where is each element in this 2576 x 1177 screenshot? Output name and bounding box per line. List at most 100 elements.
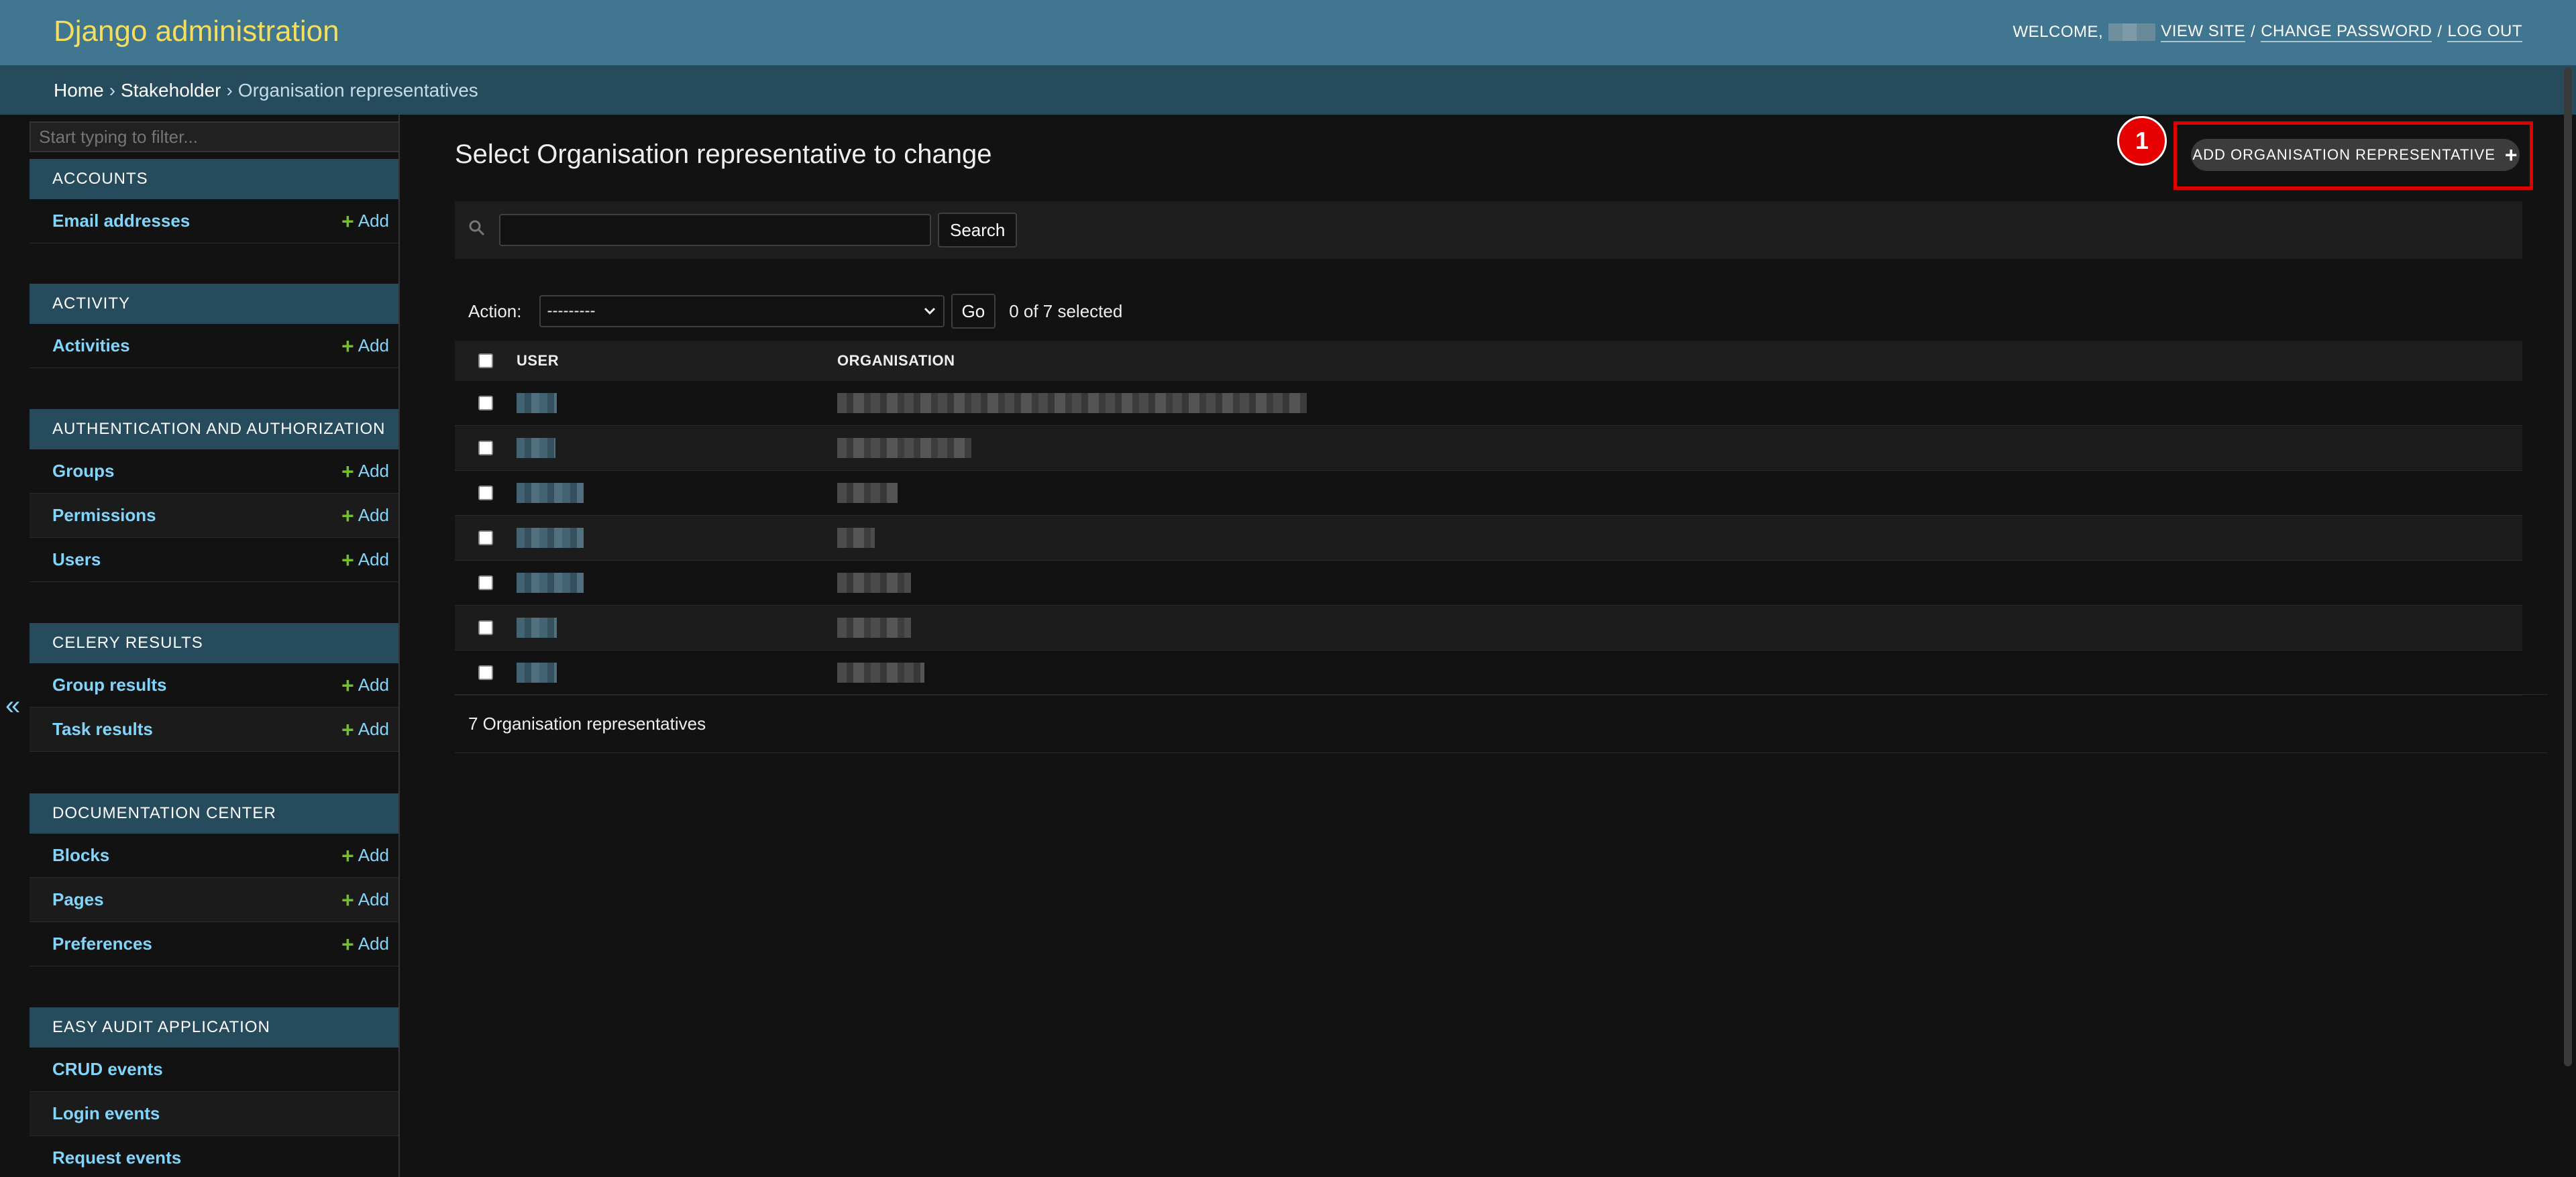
plus-icon: + <box>341 673 354 697</box>
column-header-organisation[interactable]: ORGANISATION <box>837 352 2522 370</box>
organisation-redacted <box>837 393 1307 413</box>
search-input[interactable] <box>499 214 931 246</box>
user-link-redacted[interactable] <box>517 528 584 548</box>
organisation-redacted <box>837 618 911 638</box>
add-label: Add <box>358 505 389 525</box>
go-button[interactable]: Go <box>951 294 996 329</box>
app-module: DOCUMENTATION CENTER Blocks + Add Pages + Add P… <box>30 793 398 966</box>
table-row <box>455 606 2522 651</box>
plus-icon: + <box>341 209 354 233</box>
add-label: Add <box>358 211 389 231</box>
add-label: Add <box>358 934 389 954</box>
sidebar-add-link[interactable]: + Add <box>341 675 389 696</box>
plus-icon: + <box>341 333 354 358</box>
app-caption[interactable]: ACTIVITY <box>30 284 398 324</box>
sidebar-model-link[interactable]: Login events <box>52 1103 160 1124</box>
add-label: Add <box>358 461 389 481</box>
action-select[interactable]: --------- <box>539 295 945 327</box>
app-module: EASY AUDIT APPLICATION CRUD events Login e… <box>30 1007 398 1177</box>
column-header-user[interactable]: USER <box>517 352 837 370</box>
annotation-badge: 1 <box>2117 116 2167 166</box>
breadcrumb-current: Organisation representatives <box>237 79 478 101</box>
sidebar-add-link[interactable]: + Add <box>341 549 389 571</box>
sidebar-model-row: CRUD events <box>30 1048 398 1092</box>
user-link-redacted[interactable] <box>517 618 557 638</box>
view-site-link[interactable]: VIEW SITE <box>2161 22 2246 42</box>
sidebar-model-link[interactable]: Email addresses <box>52 211 190 231</box>
sidebar-model-link[interactable]: Preferences <box>52 934 152 954</box>
app-caption[interactable]: DOCUMENTATION CENTER <box>30 793 398 834</box>
row-checkbox[interactable] <box>478 575 493 590</box>
chevron-down-icon <box>923 302 936 321</box>
user-link-redacted[interactable] <box>517 438 555 458</box>
header: Django administration WELCOME, VIEW SITE… <box>0 0 2576 66</box>
add-organisation-representative-button[interactable]: ADD ORGANISATION REPRESENTATIVE + <box>2191 139 2520 171</box>
change-password-link[interactable]: CHANGE PASSWORD <box>2261 22 2432 42</box>
row-checkbox[interactable] <box>478 620 493 635</box>
app-caption[interactable]: EASY AUDIT APPLICATION <box>30 1007 398 1048</box>
organisation-redacted <box>837 483 898 503</box>
sidebar-model-link[interactable]: Permissions <box>52 505 156 526</box>
row-checkbox[interactable] <box>478 486 493 500</box>
sidebar-add-link[interactable]: + Add <box>341 889 389 911</box>
user-link-redacted[interactable] <box>517 393 557 413</box>
table-header: USER ORGANISATION <box>455 341 2522 381</box>
sidebar-model-link[interactable]: Pages <box>52 889 104 910</box>
plus-icon: + <box>341 503 354 528</box>
sidebar-model-link[interactable]: Blocks <box>52 845 109 866</box>
search-button[interactable]: Search <box>938 213 1018 247</box>
breadcrumb-home[interactable]: Home <box>54 80 104 101</box>
sidebar-add-link[interactable]: + Add <box>341 719 389 740</box>
plus-icon: + <box>341 843 354 868</box>
app-caption[interactable]: ACCOUNTS <box>30 159 398 199</box>
paginator: 7 Organisation representatives <box>455 694 2548 753</box>
sidebar-add-link[interactable]: + Add <box>341 335 389 357</box>
sidebar-model-row: Permissions + Add <box>30 494 398 538</box>
breadcrumb-stakeholder[interactable]: Stakeholder <box>121 80 221 101</box>
add-label: Add <box>358 675 389 695</box>
sidebar-model-link[interactable]: Users <box>52 549 101 570</box>
select-all-checkbox[interactable] <box>478 353 493 368</box>
scrollbar[interactable] <box>2564 67 2572 1066</box>
collapse-sidebar-icon[interactable]: « <box>5 691 20 721</box>
sidebar-model-link[interactable]: Task results <box>52 719 153 740</box>
organisation-redacted <box>837 438 971 458</box>
separator: / <box>2251 23 2256 41</box>
sidebar-model-row: Users + Add <box>30 538 398 582</box>
sidebar-model-link[interactable]: Group results <box>52 675 166 695</box>
sidebar-model-link[interactable]: Groups <box>52 461 114 482</box>
site-name[interactable]: Django administration <box>54 15 339 48</box>
breadcrumb: Home › Stakeholder › Organisation repres… <box>0 66 2576 115</box>
app-caption[interactable]: CELERY RESULTS <box>30 623 398 663</box>
sidebar-model-link[interactable]: CRUD events <box>52 1059 163 1080</box>
log-out-link[interactable]: LOG OUT <box>2447 22 2522 42</box>
table-row <box>455 561 2522 606</box>
sidebar-add-link[interactable]: + Add <box>341 211 389 232</box>
separator: / <box>2437 23 2443 41</box>
table-row <box>455 516 2522 561</box>
row-checkbox[interactable] <box>478 665 493 680</box>
row-checkbox[interactable] <box>478 396 493 410</box>
sidebar-filter-input[interactable] <box>30 121 398 152</box>
result-list-table: USER ORGANISATION <box>455 341 2522 695</box>
user-link-redacted[interactable] <box>517 663 557 683</box>
sidebar-model-link[interactable]: Request events <box>52 1147 181 1168</box>
app-caption[interactable]: AUTHENTICATION AND AUTHORIZATION <box>30 409 398 449</box>
sidebar-model-row: Request events <box>30 1136 398 1177</box>
sidebar-add-link[interactable]: + Add <box>341 845 389 866</box>
sidebar-add-link[interactable]: + Add <box>341 934 389 955</box>
sidebar-model-row: Group results + Add <box>30 663 398 708</box>
page-title: Select Organisation representative to ch… <box>455 139 992 169</box>
sidebar-model-link[interactable]: Activities <box>52 335 130 356</box>
user-link-redacted[interactable] <box>517 483 584 503</box>
welcome-text: WELCOME, <box>2012 23 2104 41</box>
add-label: Add <box>358 719 389 739</box>
row-checkbox[interactable] <box>478 441 493 455</box>
user-link-redacted[interactable] <box>517 573 584 593</box>
sidebar-add-link[interactable]: + Add <box>341 461 389 482</box>
plus-icon: + <box>341 717 354 742</box>
sidebar-add-link[interactable]: + Add <box>341 505 389 526</box>
row-checkbox[interactable] <box>478 530 493 545</box>
search-toolbar: Search <box>455 201 2522 259</box>
app-module: AUTHENTICATION AND AUTHORIZATION Groups + A… <box>30 409 398 582</box>
